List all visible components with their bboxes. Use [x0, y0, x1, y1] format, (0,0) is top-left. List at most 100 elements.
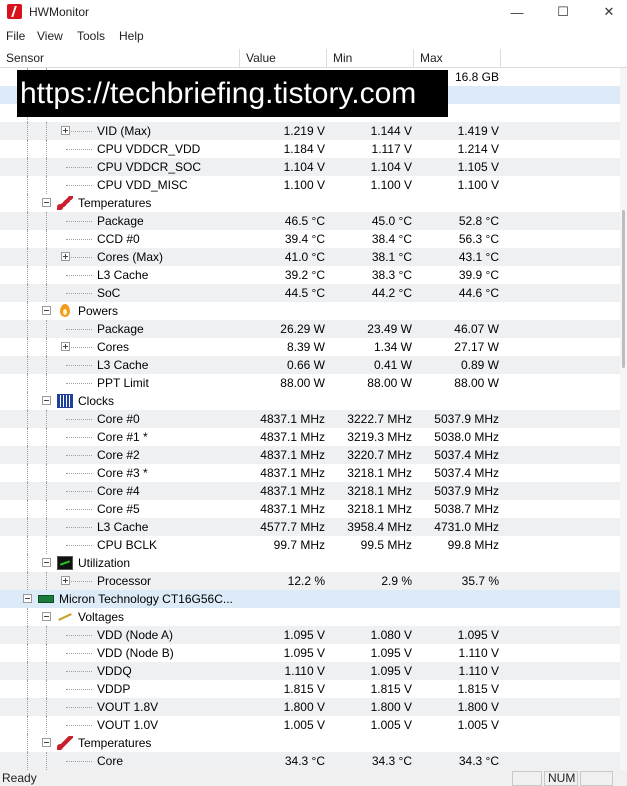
sensor-label: Voltages	[78, 610, 125, 624]
collapse-icon[interactable]	[42, 738, 51, 747]
tree-connector	[46, 410, 47, 428]
sensor-row[interactable]: Core #2 4837.1 MHz 3220.7 MHz 5037.4 MHz	[0, 446, 620, 464]
sensor-min: 1.815 V	[370, 682, 412, 696]
sensor-value: 39.4 °C	[284, 232, 325, 246]
sensor-group-row[interactable]: Temperatures	[0, 194, 620, 212]
sensor-row[interactable]: VOUT 1.0V 1.005 V 1.005 V 1.005 V	[0, 716, 620, 734]
sensor-tree[interactable]: 16.8 GB VID (Max) 1.219 V 1.144 V 1.419 V CPU…	[0, 68, 620, 770]
sensor-max: 5038.0 MHz	[434, 430, 499, 444]
maximize-button[interactable]: ☐	[540, 0, 586, 24]
maximize-icon: ☐	[557, 4, 569, 19]
sensor-row[interactable]: CPU BCLK 99.7 MHz 99.5 MHz 99.8 MHz	[0, 536, 620, 554]
column-min[interactable]: Min	[327, 49, 414, 68]
sensor-value: 8.39 W	[286, 340, 325, 354]
tree-connector	[66, 527, 92, 528]
sensor-min: 1.34 W	[373, 340, 412, 354]
tree-connector	[27, 626, 28, 644]
sensor-group-row[interactable]: Utilization	[0, 554, 620, 572]
sensor-group-row[interactable]: Voltages	[0, 608, 620, 626]
collapse-icon[interactable]	[42, 558, 51, 567]
tree-connector	[46, 500, 47, 518]
collapse-icon[interactable]	[23, 594, 32, 603]
collapse-icon[interactable]	[42, 306, 51, 315]
sensor-row[interactable]: Processor 12.2 % 2.9 % 35.7 %	[0, 572, 620, 590]
sensor-value: 44.5 °C	[284, 286, 325, 300]
tree-connector	[46, 230, 47, 248]
sensor-label: Core #3 *	[97, 466, 148, 480]
sensor-row[interactable]: Core #3 * 4837.1 MHz 3218.1 MHz 5037.4 MHz	[0, 464, 620, 482]
sensor-min: 1.095 V	[370, 646, 412, 660]
sensor-row[interactable]: VDDQ 1.110 V 1.095 V 1.110 V	[0, 662, 620, 680]
sensor-label: Powers	[78, 304, 119, 318]
sensor-max: 88.00 W	[454, 376, 499, 390]
sensor-row[interactable]: CPU VDD_MISC 1.100 V 1.100 V 1.100 V	[0, 176, 620, 194]
tree-connector	[46, 176, 47, 194]
sensor-row[interactable]: PPT Limit 88.00 W 88.00 W 88.00 W	[0, 374, 620, 392]
sensor-row[interactable]: VOUT 1.8V 1.800 V 1.800 V 1.800 V	[0, 698, 620, 716]
sensor-row[interactable]: VDDP 1.815 V 1.815 V 1.815 V	[0, 680, 620, 698]
sensor-row[interactable]: L3 Cache 39.2 °C 38.3 °C 39.9 °C	[0, 266, 620, 284]
menu-help[interactable]: Help	[119, 29, 144, 43]
tree-connector	[66, 149, 92, 150]
sensor-group-row[interactable]: Powers	[0, 302, 620, 320]
sensor-row[interactable]: Core #5 4837.1 MHz 3218.1 MHz 5038.7 MHz	[0, 500, 620, 518]
tree-connector	[46, 428, 47, 446]
device-row[interactable]: Micron Technology CT16G56C...	[0, 590, 620, 608]
sensor-group-row[interactable]: Temperatures	[0, 734, 620, 752]
expand-icon[interactable]	[61, 576, 70, 585]
tree-connector	[27, 572, 28, 590]
column-max[interactable]: Max	[414, 49, 501, 68]
tree-connector	[66, 689, 92, 690]
sensor-row[interactable]: Core 34.3 °C 34.3 °C 34.3 °C	[0, 752, 620, 770]
sensor-row[interactable]: VDD (Node A) 1.095 V 1.080 V 1.095 V	[0, 626, 620, 644]
sensor-min: 88.00 W	[367, 376, 412, 390]
sensor-value: 26.29 W	[280, 322, 325, 336]
expand-icon[interactable]	[61, 126, 70, 135]
collapse-icon[interactable]	[42, 198, 51, 207]
sensor-row[interactable]: VID (Max) 1.219 V 1.144 V 1.419 V	[0, 122, 620, 140]
vertical-scrollbar[interactable]	[620, 68, 627, 770]
sensor-row[interactable]: CPU VDDCR_VDD 1.184 V 1.117 V 1.214 V	[0, 140, 620, 158]
sensor-row[interactable]: Core #4 4837.1 MHz 3218.1 MHz 5037.9 MHz	[0, 482, 620, 500]
sensor-row[interactable]: L3 Cache 4577.7 MHz 3958.4 MHz 4731.0 MHz	[0, 518, 620, 536]
sensor-group-row[interactable]: Clocks	[0, 392, 620, 410]
menu-file[interactable]: File	[6, 29, 25, 43]
sensor-row[interactable]: L3 Cache 0.66 W 0.41 W 0.89 W	[0, 356, 620, 374]
sensor-row[interactable]: Package 46.5 °C 45.0 °C 52.8 °C	[0, 212, 620, 230]
menu-tools[interactable]: Tools	[77, 29, 105, 43]
scrollbar-thumb[interactable]	[622, 210, 625, 368]
minimize-button[interactable]: —	[494, 0, 540, 24]
tree-connector	[66, 239, 92, 240]
expand-icon[interactable]	[61, 342, 70, 351]
sensor-row[interactable]: Package 26.29 W 23.49 W 46.07 W	[0, 320, 620, 338]
sensor-row[interactable]: Core #1 * 4837.1 MHz 3219.3 MHz 5038.0 MHz	[0, 428, 620, 446]
tree-connector	[66, 635, 92, 636]
collapse-icon[interactable]	[42, 612, 51, 621]
sensor-label: Cores	[97, 340, 130, 354]
sensor-row[interactable]: CCD #0 39.4 °C 38.4 °C 56.3 °C	[0, 230, 620, 248]
tree-connector	[46, 320, 47, 338]
sensor-label: Core #1 *	[97, 430, 148, 444]
tree-connector	[46, 338, 47, 356]
menu-view[interactable]: View	[37, 29, 63, 43]
column-value[interactable]: Value	[240, 49, 327, 68]
sensor-row[interactable]: CPU VDDCR_SOC 1.104 V 1.104 V 1.105 V	[0, 158, 620, 176]
flame-icon	[57, 304, 73, 318]
collapse-icon[interactable]	[42, 396, 51, 405]
column-sensor[interactable]: Sensor	[0, 49, 240, 68]
expand-icon[interactable]	[61, 252, 70, 261]
sensor-row[interactable]: Cores 8.39 W 1.34 W 27.17 W	[0, 338, 620, 356]
sensor-row[interactable]: Core #0 4837.1 MHz 3222.7 MHz 5037.9 MHz	[0, 410, 620, 428]
tree-connector	[27, 698, 28, 716]
sensor-value: 4837.1 MHz	[260, 502, 325, 516]
sensor-max: 39.9 °C	[458, 268, 499, 282]
tree-connector	[46, 212, 47, 230]
clock-icon	[57, 394, 73, 408]
sensor-row[interactable]: Cores (Max) 41.0 °C 38.1 °C 43.1 °C	[0, 248, 620, 266]
tree-connector	[27, 212, 28, 230]
sensor-value: 1.095 V	[283, 628, 325, 642]
tree-connector	[66, 437, 92, 438]
sensor-row[interactable]: SoC 44.5 °C 44.2 °C 44.6 °C	[0, 284, 620, 302]
sensor-row[interactable]: VDD (Node B) 1.095 V 1.095 V 1.110 V	[0, 644, 620, 662]
close-button[interactable]: ✕	[586, 0, 627, 24]
